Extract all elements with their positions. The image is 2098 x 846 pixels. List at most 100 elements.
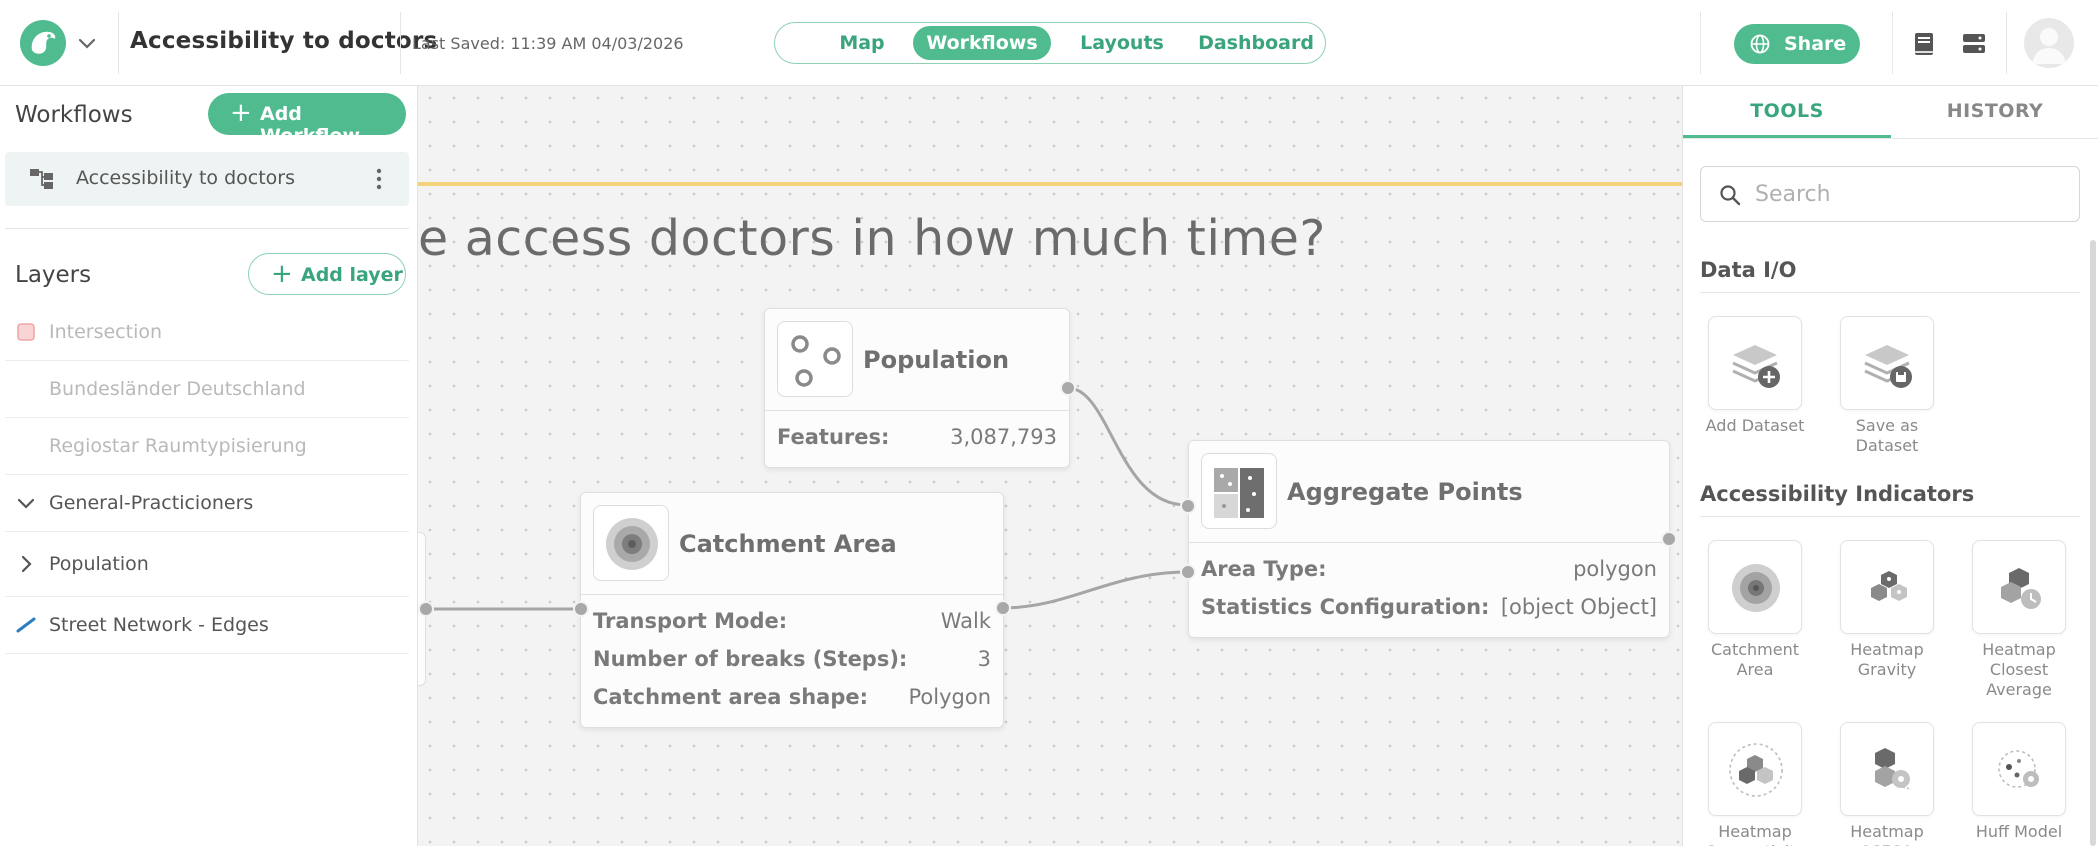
points-icon (777, 321, 853, 397)
tab-divider (1683, 138, 2098, 139)
layer-label: Intersection (49, 321, 163, 343)
tool-label: Heatmap Gravity (1850, 640, 1924, 679)
property-key: Statistics Configuration: (1201, 595, 1490, 619)
header-divider (400, 12, 401, 74)
chevron-down-icon[interactable] (15, 492, 37, 514)
node-title: Catchment Area (679, 530, 897, 558)
header-divider (1892, 12, 1893, 74)
tool-add-dataset[interactable]: Add Dataset (1700, 316, 1810, 436)
section-title-data-io: Data I/O (1700, 258, 1797, 282)
output-port[interactable] (1661, 531, 1677, 547)
node-property: Features: 3,087,793 (777, 425, 1057, 461)
layer-item-regiostar[interactable]: Regiostar Raumtypisierung (5, 419, 409, 475)
add-dataset-icon (1732, 345, 1780, 388)
property-value: Walk (940, 609, 991, 633)
tab-tools[interactable]: TOOLS (1683, 86, 1891, 138)
node-header: Aggregate Points (1189, 441, 1669, 543)
node-property: Area Type: polygon (1201, 557, 1657, 593)
aggregate-points-icon (1201, 453, 1277, 529)
tool-label: Huff Model (1975, 822, 2063, 841)
plus-icon: + (230, 98, 252, 128)
add-workflow-button[interactable]: + Add Workflow (208, 93, 406, 147)
add-layer-label: Add layer (301, 264, 403, 286)
layer-label: Bundesländer Deutschland (49, 378, 306, 400)
more-vertical-icon[interactable] (373, 164, 385, 194)
node-property: Number of breaks (Steps): 3 (593, 647, 991, 683)
server-icon[interactable] (1960, 30, 1988, 58)
property-value: 3,087,793 (950, 425, 1057, 449)
search-icon (1720, 185, 1741, 206)
property-value: polygon (1573, 557, 1657, 581)
tool-huff-model[interactable]: Huff Model (1964, 722, 2074, 842)
layer-item-general-practicioners[interactable]: General-Practicioners (5, 476, 409, 532)
property-key: Transport Mode: (593, 609, 788, 633)
text-block-border (418, 182, 1682, 186)
line-icon (16, 617, 36, 633)
workflows-heading: Workflows (15, 102, 133, 128)
tab-map[interactable]: Map (803, 26, 921, 60)
section-divider (5, 228, 409, 229)
tool-save-as-dataset[interactable]: Save as Dataset (1832, 316, 1942, 456)
add-layer-button[interactable]: + Add layer (248, 253, 406, 295)
huff-model-icon (1998, 750, 2039, 788)
node-property: Statistics Configuration: [object Object… (1201, 595, 1657, 631)
section-divider (1700, 516, 2080, 517)
layer-item-population[interactable]: Population (5, 533, 409, 597)
layers-heading: Layers (15, 262, 92, 288)
layer-item-intersection[interactable]: Intersection (5, 305, 409, 361)
layer-item-street-network[interactable]: Street Network - Edges (5, 598, 409, 654)
right-panel-scrollbar[interactable] (2090, 240, 2096, 846)
heatmap-connectivity-icon (1729, 743, 1783, 797)
search-input[interactable] (1755, 177, 2055, 211)
share-button[interactable]: Share (1734, 24, 1860, 64)
output-port[interactable] (995, 600, 1011, 616)
property-key: Number of breaks (Steps): (593, 647, 908, 671)
tool-label: Add Dataset (1705, 416, 1805, 435)
property-value: [object Object] (1500, 595, 1657, 619)
tool-label: Catchment Area (1710, 640, 1800, 679)
layer-label: Population (49, 553, 149, 575)
app-header: Accessibility to doctors Last Saved: 11:… (0, 0, 2098, 86)
tool-label: Heatmap Connectivity (1705, 822, 1805, 846)
book-icon[interactable] (1910, 30, 1938, 58)
tool-heatmap-2sfca[interactable]: Heatmap 2SFCA (1832, 722, 1942, 846)
header-divider (118, 12, 119, 74)
node-header: Catchment Area (581, 493, 1003, 595)
chevron-down-icon[interactable] (76, 34, 98, 54)
tab-workflows[interactable]: Workflows (913, 26, 1051, 60)
input-port[interactable] (1180, 564, 1196, 580)
app-logo-icon[interactable] (20, 20, 66, 66)
chevron-right-icon[interactable] (15, 553, 37, 575)
tool-catchment-area[interactable]: Catchment Area (1700, 540, 1810, 680)
tab-dashboard[interactable]: Dashboard (1191, 26, 1321, 60)
header-divider (2006, 12, 2007, 74)
layer-label: Street Network - Edges (49, 614, 269, 636)
last-saved-status: Last Saved: 11:39 AM 04/03/2026 (412, 34, 684, 53)
property-value: 3 (977, 647, 991, 671)
node-population[interactable]: Population Features: 3,087,793 (764, 308, 1070, 468)
output-port[interactable] (1060, 380, 1076, 396)
add-workflow-label: Add Workflow (260, 103, 361, 147)
section-title-accessibility-indicators: Accessibility Indicators (1700, 482, 1975, 506)
tool-heatmap-gravity[interactable]: Heatmap Gravity (1832, 540, 1942, 680)
layer-label: General-Practicioners (49, 492, 254, 514)
user-avatar[interactable] (2024, 18, 2074, 68)
header-divider (1700, 12, 1701, 74)
node-aggregate-points[interactable]: Aggregate Points Area Type: polygon Stat… (1188, 440, 1670, 638)
tab-layouts[interactable]: Layouts (1057, 26, 1187, 60)
property-key: Catchment area shape: (593, 685, 868, 709)
tool-heatmap-closest-average[interactable]: Heatmap Closest Average (1964, 540, 2074, 700)
input-port[interactable] (573, 601, 589, 617)
left-panel: Workflows + Add Workflow Accessibility t… (0, 86, 418, 846)
layer-label: Regiostar Raumtypisierung (49, 435, 307, 457)
tab-history[interactable]: HISTORY (1891, 86, 2098, 138)
node-catchment-area[interactable]: Catchment Area Transport Mode: Walk Numb… (580, 492, 1004, 728)
output-port[interactable] (418, 601, 434, 617)
project-title[interactable]: Accessibility to doctors (130, 28, 437, 54)
workflow-item[interactable]: Accessibility to doctors (5, 152, 409, 206)
tool-search[interactable] (1700, 166, 2080, 222)
tool-heatmap-connectivity[interactable]: Heatmap Connectivity (1700, 722, 1810, 846)
layer-item-bundeslaender[interactable]: Bundesländer Deutschland (5, 362, 409, 418)
input-port[interactable] (1180, 498, 1196, 514)
canvas-question-text[interactable]: e access doctors in how much time? (418, 210, 1518, 267)
